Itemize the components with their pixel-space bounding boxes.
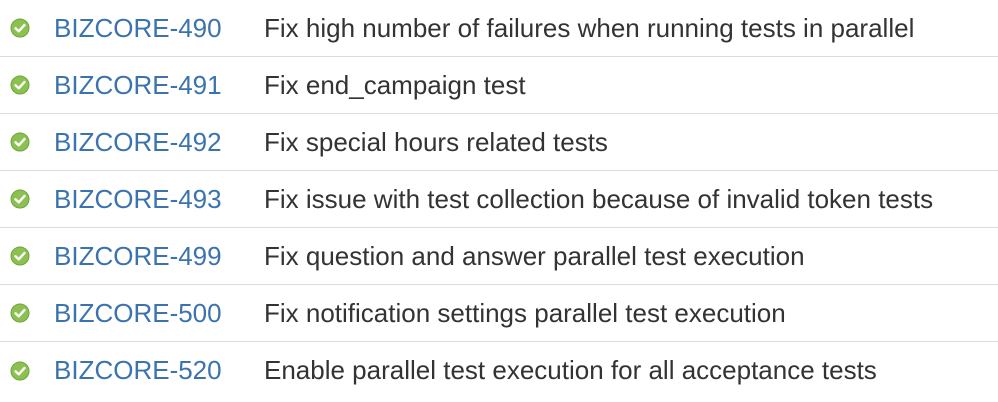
issue-summary: Enable parallel test execution for all a… [264, 355, 877, 385]
issue-key-link[interactable]: BIZCORE-490 [54, 13, 264, 44]
issue-summary: Fix notification settings parallel test … [264, 297, 786, 328]
issue-list: BIZCORE-490 Fix high number of failures … [0, 0, 998, 402]
issue-row: BIZCORE-490 Fix high number of failures … [0, 0, 998, 57]
check-circle-icon [10, 18, 30, 38]
issue-row: BIZCORE-491 Fix end_campaign test [0, 57, 998, 114]
check-circle-icon [10, 189, 30, 209]
issue-key-link[interactable]: BIZCORE-500 [54, 298, 264, 329]
issue-summary: Fix end_campaign test [264, 69, 526, 100]
issue-summary: Fix special hours related tests [264, 126, 608, 157]
issue-key-link[interactable]: BIZCORE-499 [54, 241, 264, 272]
issue-key-link[interactable]: BIZCORE-492 [54, 127, 264, 158]
check-circle-icon [10, 75, 30, 95]
issue-row: BIZCORE-500 Fix notification settings pa… [0, 285, 998, 342]
issue-row: BIZCORE-499 Fix question and answer para… [0, 228, 998, 285]
check-circle-icon [10, 246, 30, 266]
issue-row: BIZCORE-493 Fix issue with test collecti… [0, 171, 998, 228]
issue-summary: Fix question and answer parallel test ex… [264, 240, 805, 271]
issue-row: BIZCORE-492 Fix special hours related te… [0, 114, 998, 171]
issue-key-link[interactable]: BIZCORE-520 [54, 355, 264, 386]
issue-summary: Fix high number of failures when running… [264, 12, 915, 43]
check-circle-icon [10, 303, 30, 323]
check-circle-icon [10, 361, 30, 381]
check-circle-icon [10, 132, 30, 152]
issue-summary: Fix issue with test collection because o… [264, 183, 934, 214]
issue-key-link[interactable]: BIZCORE-491 [54, 70, 264, 101]
issue-row: BIZCORE-520 Enable parallel test executi… [0, 342, 998, 399]
issue-key-link[interactable]: BIZCORE-493 [54, 184, 264, 215]
